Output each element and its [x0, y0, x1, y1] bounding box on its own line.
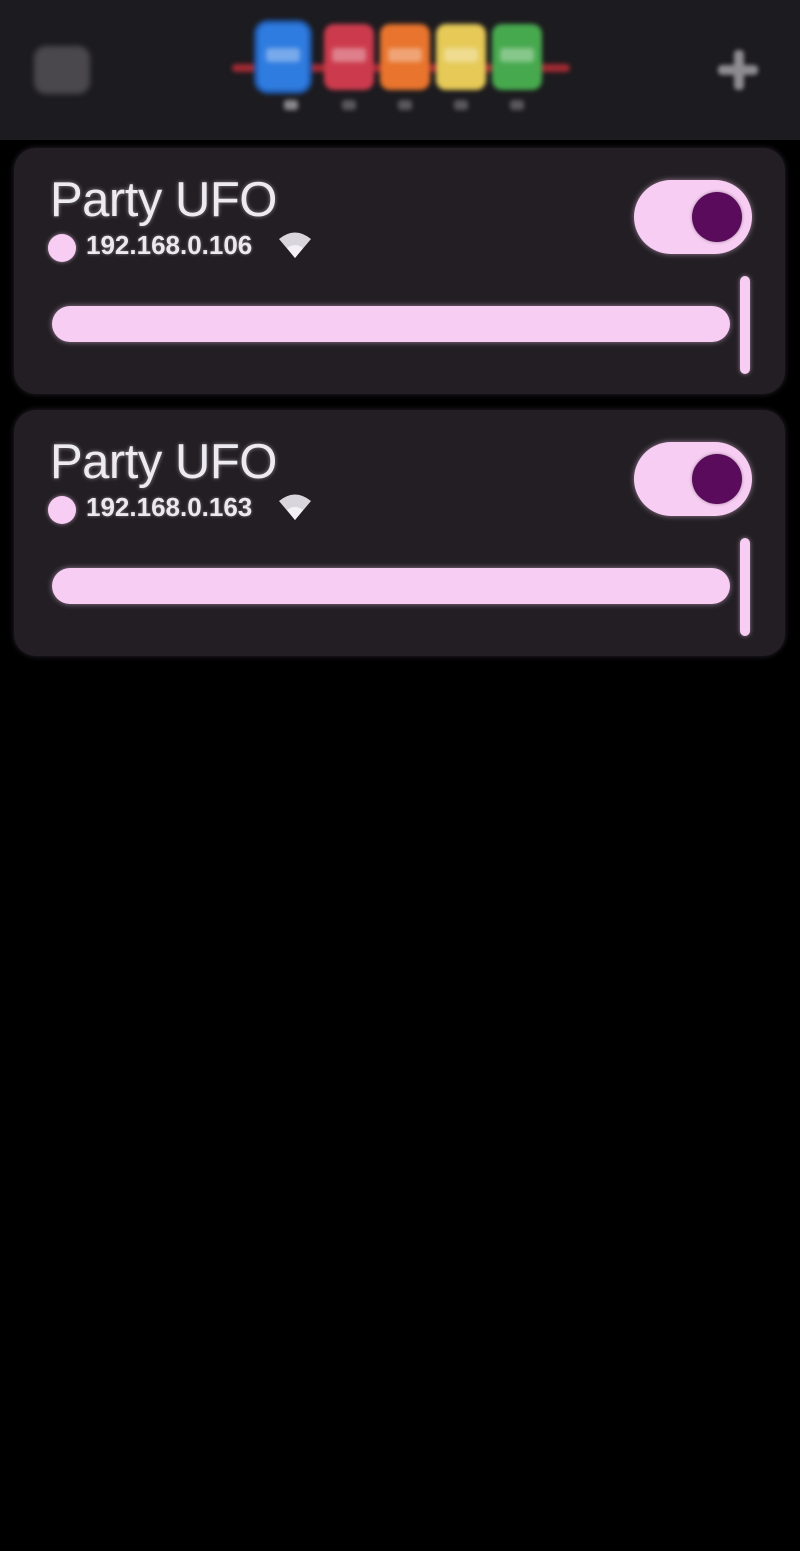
group-indicator-1 — [284, 100, 298, 110]
top-app-bar: 1 2 3 4 5 — [0, 0, 800, 140]
wifi-icon — [279, 232, 311, 258]
group-tile-label: 3 — [388, 48, 422, 62]
device-card: Party UFO 192.168.0.106 — [14, 148, 785, 394]
group-indicator-2 — [342, 100, 356, 110]
menu-icon[interactable] — [34, 46, 90, 94]
group-tile-label: 2 — [332, 48, 366, 62]
group-tile-2[interactable]: 2 — [324, 24, 374, 90]
group-tile-5[interactable]: 5 — [492, 24, 542, 90]
group-tile-1[interactable]: 1 — [258, 24, 308, 90]
brightness-slider[interactable] — [52, 568, 730, 604]
power-toggle[interactable] — [634, 180, 752, 254]
group-tile-label: 4 — [444, 48, 478, 62]
group-selector: 1 2 3 4 5 — [228, 18, 574, 120]
device-card: Party UFO 192.168.0.163 — [14, 410, 785, 656]
status-dot-icon — [48, 496, 76, 524]
group-indicator-3 — [398, 100, 412, 110]
brightness-slider-thumb[interactable] — [740, 276, 750, 374]
status-dot-icon — [48, 234, 76, 262]
brightness-slider[interactable] — [52, 306, 730, 342]
group-indicator-5 — [510, 100, 524, 110]
plus-icon[interactable] — [712, 44, 764, 96]
device-name: Party UFO — [50, 435, 277, 489]
device-ip: 192.168.0.106 — [86, 230, 253, 260]
wifi-icon — [279, 494, 311, 520]
group-tile-label: 5 — [500, 48, 534, 62]
group-indicator-4 — [454, 100, 468, 110]
toggle-knob — [692, 192, 742, 242]
power-toggle[interactable] — [634, 442, 752, 516]
group-tile-label: 1 — [266, 48, 300, 62]
brightness-slider-thumb[interactable] — [740, 538, 750, 636]
device-name: Party UFO — [50, 173, 277, 227]
group-tile-4[interactable]: 4 — [436, 24, 486, 90]
toggle-knob — [692, 454, 742, 504]
group-tile-3[interactable]: 3 — [380, 24, 430, 90]
device-ip: 192.168.0.163 — [86, 492, 253, 522]
